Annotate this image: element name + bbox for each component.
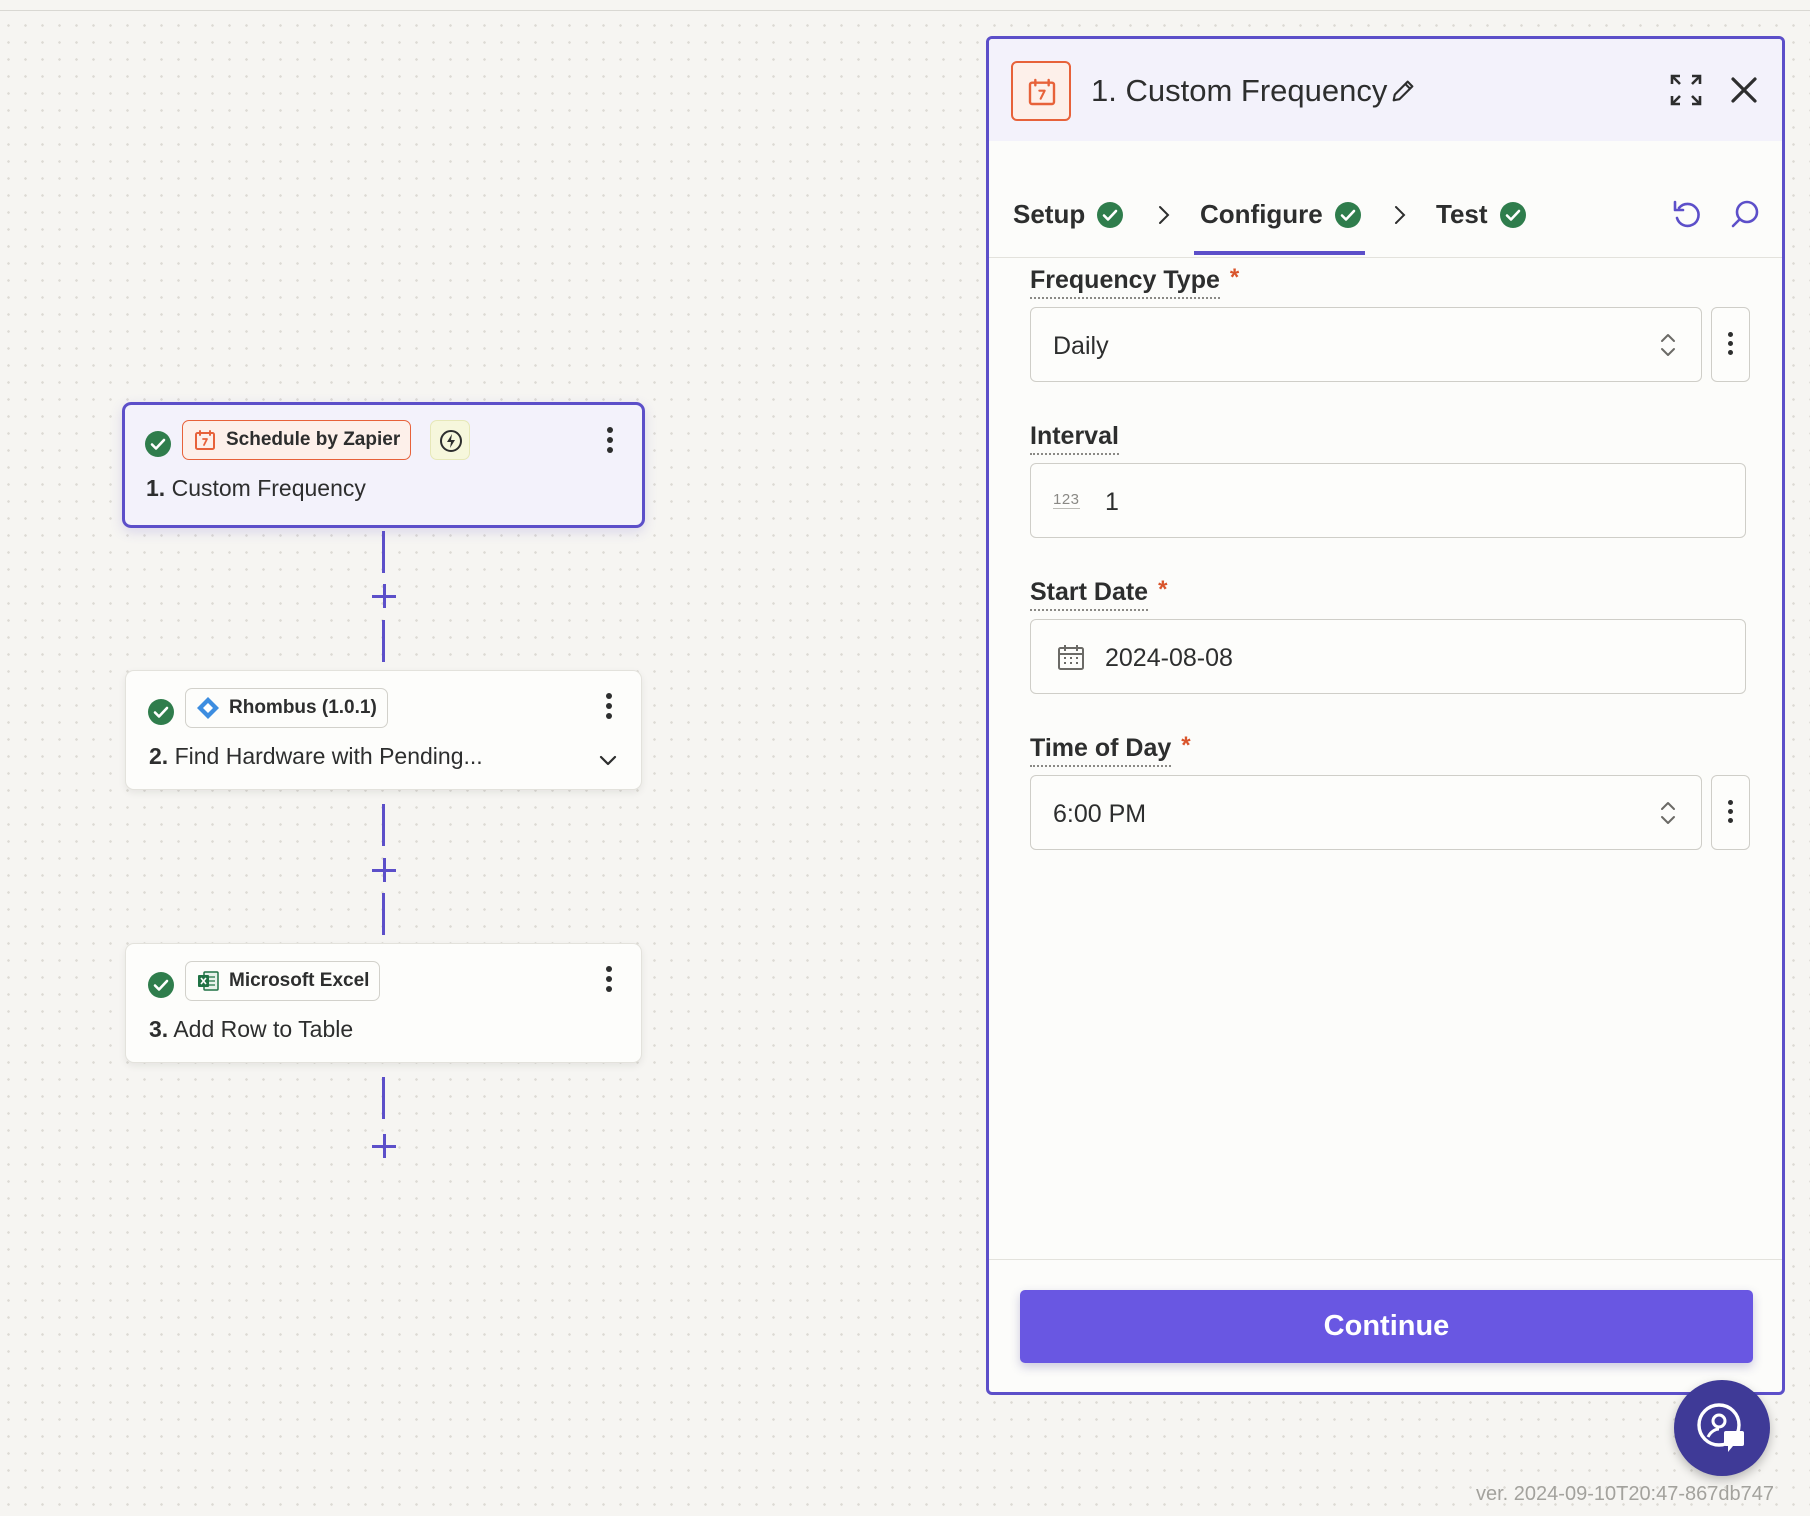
check-circle-icon [148,972,174,998]
connector-line [382,804,385,846]
check-circle-icon [148,699,174,725]
frequency-type-select[interactable]: Daily [1030,307,1702,382]
app-badge-rhombus: Rhombus (1.0.1) [185,688,388,728]
expand-icon[interactable] [1669,73,1703,107]
check-circle-icon [1499,201,1526,228]
app-name: Schedule by Zapier [226,429,401,450]
top-bar [0,0,1810,11]
check-circle-icon [145,431,171,457]
connector-line [382,1077,385,1119]
required-marker: * [1229,264,1240,291]
calendar-icon [1058,645,1084,670]
number-type-icon: 123 [1053,491,1080,509]
frequency-type-label: Frequency Type * [1030,264,1240,299]
connector-line [382,531,385,573]
step-title: 2. Find Hardware with Pending... [149,743,483,769]
add-step-button[interactable] [371,583,397,609]
tab-setup[interactable]: Setup [1013,199,1124,230]
panel-footer: Continue [989,1259,1782,1392]
step-menu-icon[interactable] [603,693,615,725]
close-icon[interactable] [1729,75,1759,105]
updown-chevron-icon [1661,334,1675,356]
add-step-button[interactable] [371,1133,397,1159]
step-menu-icon[interactable] [603,966,615,998]
panel-header: 1. Custom Frequency [989,39,1782,141]
undo-icon[interactable] [1671,198,1703,230]
pencil-edit-icon[interactable] [1389,77,1417,105]
updown-chevron-icon [1661,802,1675,824]
app-badge-excel: Microsoft Excel [185,961,381,1001]
rhombus-icon [196,696,220,720]
app-badge-schedule: Schedule by Zapier [182,420,412,460]
required-marker: * [1181,732,1191,759]
chevron-right-icon [1395,206,1406,224]
active-tab-indicator [1194,251,1365,255]
tab-test[interactable]: Test [1436,199,1526,230]
step-title: 3. Add Row to Table [149,1016,354,1042]
step-tabs: Setup Configure Test [989,141,1782,258]
step-card-2[interactable]: Rhombus (1.0.1) 2. Find Hardware with Pe… [125,670,642,790]
add-step-button[interactable] [371,857,397,883]
time-of-day-label: Time of Day * [1030,732,1191,767]
version-label: ver. 2024-09-10T20:47-867db747 [1476,1483,1775,1505]
search-icon[interactable] [1729,198,1761,230]
interval-input[interactable]: 123 1 [1030,463,1746,538]
calendar-icon [1011,61,1071,121]
calendar-icon [193,428,217,452]
chevron-down-icon[interactable] [597,749,619,771]
chevron-right-icon [1159,206,1170,224]
trigger-bolt-icon [430,420,470,460]
step-card-1[interactable]: Schedule by Zapier 1. Custom Frequency [122,402,645,528]
panel-title: 1. Custom Frequency [1091,73,1388,108]
field-options-button[interactable] [1711,775,1750,850]
time-of-day-select[interactable]: 6:00 PM [1030,775,1702,850]
step-editor-panel: 1. Custom Frequency Setup Configure Test… [986,36,1785,1395]
field-options-button[interactable] [1711,307,1750,382]
app-name: Rhombus (1.0.1) [229,697,377,718]
tab-configure[interactable]: Configure [1200,199,1361,230]
app-name: Microsoft Excel [229,970,370,991]
interval-label: Interval [1030,422,1119,455]
connector-line [382,893,385,935]
start-date-input[interactable]: 2024-08-08 [1030,619,1746,694]
step-title: 1. Custom Frequency [146,475,366,501]
check-circle-icon [1097,201,1124,228]
connector-line [382,620,385,662]
help-chat-icon [1697,1403,1744,1452]
check-circle-icon [1334,201,1361,228]
step-menu-icon[interactable] [604,427,616,459]
excel-icon [196,969,220,993]
required-marker: * [1158,576,1168,603]
step-card-3[interactable]: Microsoft Excel 3. Add Row to Table [125,943,642,1063]
continue-button[interactable]: Continue [1020,1290,1753,1363]
help-chat-button[interactable] [1674,1380,1770,1476]
start-date-label: Start Date * [1030,576,1168,611]
